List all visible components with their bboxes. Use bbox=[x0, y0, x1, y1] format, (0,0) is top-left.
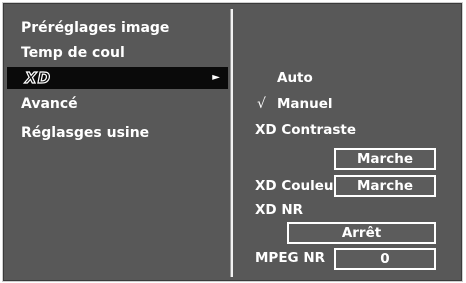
main-menu: Préréglages image Temp de coul XD ► Avan… bbox=[3, 3, 230, 281]
xd-couleur-value[interactable]: Marche bbox=[334, 175, 436, 197]
menu-item-label: Temp de coul bbox=[21, 45, 125, 61]
xd-logo-icon: XD bbox=[24, 68, 52, 87]
menu-item-label: Réglasges usine bbox=[21, 125, 150, 141]
xd-couleur-label: XD Couleur bbox=[255, 178, 341, 194]
mpeg-nr-value[interactable]: 0 bbox=[334, 248, 436, 270]
menu-item-preglages-image[interactable]: Préréglages image bbox=[7, 17, 228, 39]
menu-item-reglages-usine[interactable]: Réglasges usine bbox=[7, 122, 228, 144]
xd-nr-value[interactable]: Arrêt bbox=[287, 222, 436, 244]
option-manuel[interactable]: Manuel bbox=[277, 95, 333, 113]
menu-item-label: Avancé bbox=[21, 96, 78, 112]
xd-contraste-value[interactable]: Marche bbox=[334, 148, 436, 170]
option-auto[interactable]: Auto bbox=[277, 69, 313, 87]
menu-item-xd[interactable]: XD ► bbox=[7, 67, 228, 89]
submenu-arrow-icon: ► bbox=[212, 72, 220, 83]
panel-divider bbox=[230, 9, 233, 277]
checkmark-icon: √ bbox=[257, 96, 266, 112]
xd-contraste-label: XD Contraste bbox=[255, 122, 356, 138]
menu-item-temp-de-coul[interactable]: Temp de coul bbox=[7, 42, 228, 64]
menu-item-label: Préréglages image bbox=[21, 20, 170, 36]
xd-nr-label: XD NR bbox=[255, 202, 304, 218]
osd-menu-panel: Préréglages image Temp de coul XD ► Avan… bbox=[2, 2, 463, 282]
menu-item-avance[interactable]: Avancé bbox=[7, 93, 228, 115]
mpeg-nr-label: MPEG NR bbox=[255, 250, 326, 266]
